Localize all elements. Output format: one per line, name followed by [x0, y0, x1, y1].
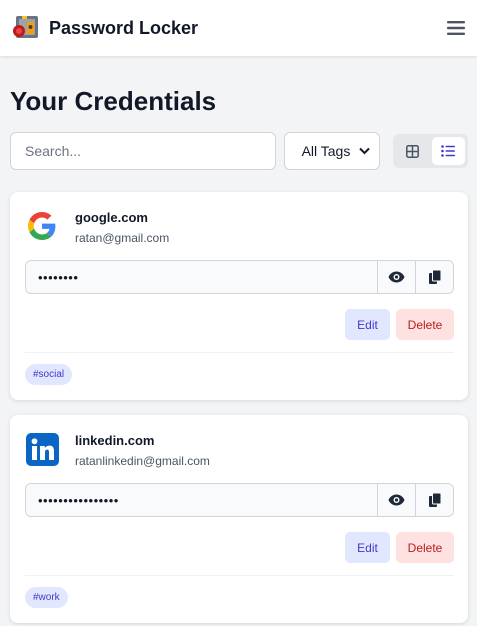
show-password-button[interactable]	[377, 261, 415, 293]
divider	[25, 352, 454, 353]
credential-card: linkedin.com ratanlinkedin@gmail.com •••…	[10, 415, 468, 623]
list-icon	[441, 145, 456, 157]
copy-icon	[428, 493, 441, 507]
divider	[25, 575, 454, 576]
password-value: ••••••••••••••••	[38, 492, 119, 508]
copy-password-button[interactable]	[415, 484, 453, 516]
list-view-button[interactable]	[431, 137, 465, 165]
copy-password-button[interactable]	[415, 261, 453, 293]
eye-icon	[388, 494, 405, 506]
show-password-button[interactable]	[377, 484, 415, 516]
chevron-down-icon	[359, 147, 370, 155]
site-username: ratanlinkedin@gmail.com	[75, 454, 210, 468]
password-value: ••••••••	[38, 269, 79, 285]
google-logo-icon	[24, 208, 60, 244]
credential-card: google.com ratan@gmail.com •••••••• Edit…	[10, 192, 468, 400]
tag-filter-select[interactable]: All Tags	[283, 132, 380, 170]
password-field: ••••••••	[25, 260, 454, 294]
copy-icon	[428, 270, 441, 284]
site-name: linkedin.com	[75, 433, 155, 448]
tag-badge[interactable]: #work	[25, 587, 68, 608]
delete-button[interactable]: Delete	[396, 532, 454, 563]
site-username: ratan@gmail.com	[75, 231, 170, 245]
edit-button[interactable]: Edit	[345, 532, 390, 563]
password-field: ••••••••••••••••	[25, 483, 454, 517]
linkedin-logo-icon	[24, 431, 60, 467]
card-actions: Edit Delete	[345, 309, 454, 340]
card-actions: Edit Delete	[345, 532, 454, 563]
menu-button[interactable]	[445, 17, 467, 39]
brand[interactable]: Password Locker	[10, 14, 198, 42]
edit-button[interactable]: Edit	[345, 309, 390, 340]
toolbar: All Tags	[10, 132, 468, 170]
tag-filter-value: All Tags	[301, 143, 351, 159]
page-title: Your Credentials	[10, 86, 217, 116]
site-name: google.com	[75, 210, 148, 225]
app-title: Password Locker	[49, 17, 199, 38]
navbar: Password Locker	[0, 0, 477, 56]
grid-icon	[406, 144, 420, 158]
hamburger-menu-icon	[447, 21, 465, 35]
eye-icon	[388, 271, 405, 283]
tag-badge[interactable]: #social	[25, 364, 73, 385]
search-input[interactable]	[10, 132, 276, 170]
password-locker-logo	[13, 16, 38, 38]
grid-view-button[interactable]	[396, 137, 430, 165]
delete-button[interactable]: Delete	[396, 309, 454, 340]
view-toggle	[393, 134, 468, 168]
